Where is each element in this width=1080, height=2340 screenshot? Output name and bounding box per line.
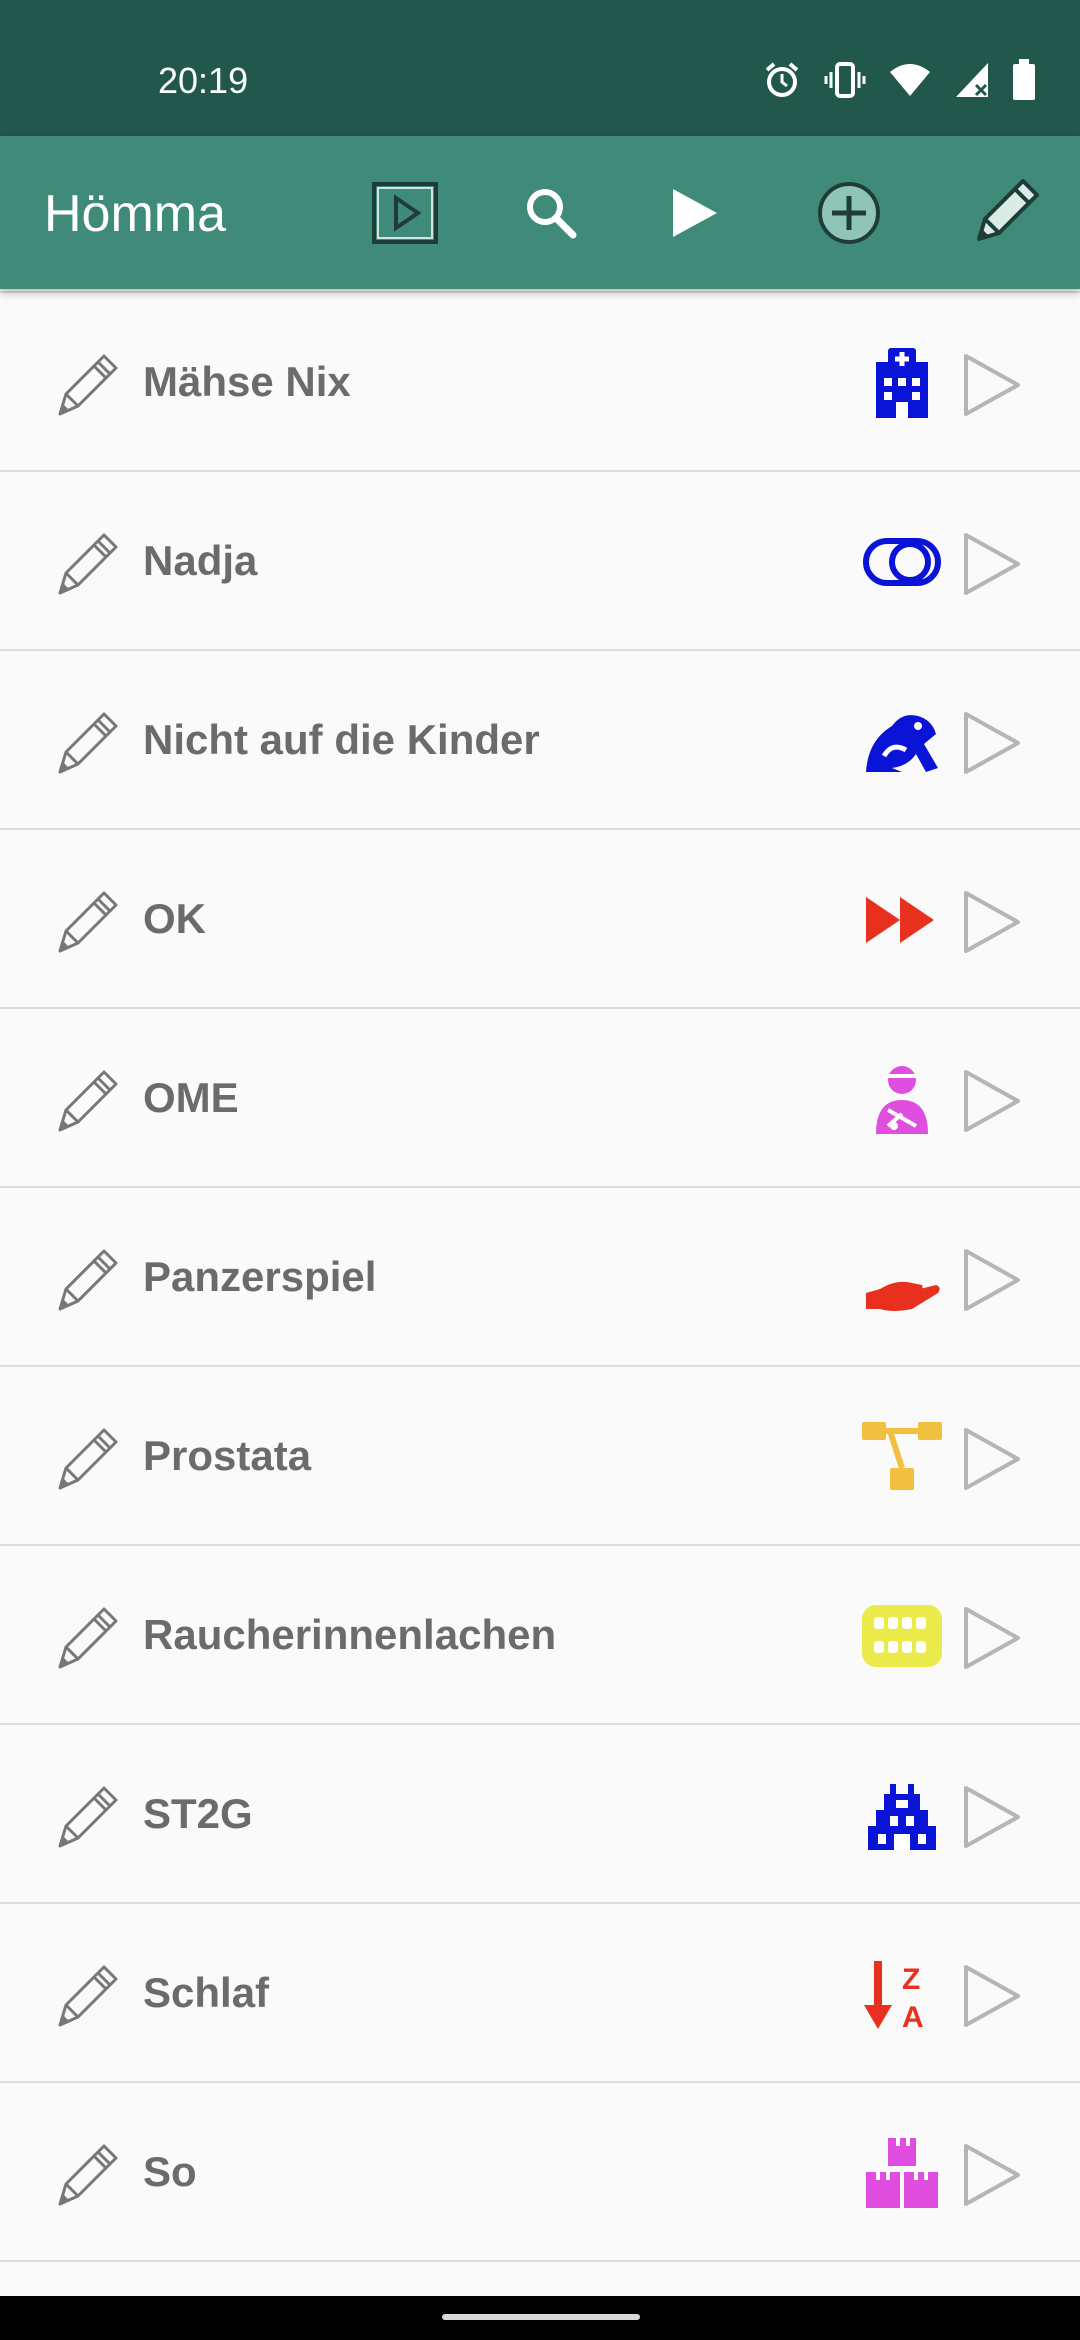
- play-item-icon[interactable]: [962, 1784, 1022, 1850]
- list-item[interactable]: OK: [0, 831, 1080, 1009]
- svg-text:A: A: [902, 2001, 924, 2029]
- play-item-icon[interactable]: [962, 710, 1022, 776]
- play-item-icon[interactable]: [962, 889, 1022, 955]
- edit-icon[interactable]: [48, 2134, 128, 2214]
- teeth-icon: [862, 1601, 942, 1671]
- hospital-icon: [862, 348, 942, 418]
- list-item-label: Schlaf: [143, 1969, 270, 2016]
- status-time: 20:19: [158, 60, 249, 101]
- hand-icon: [862, 1243, 942, 1313]
- toggle-rings-icon: [862, 527, 942, 597]
- app-title: Hömma: [44, 185, 227, 243]
- sitemap-icon: [862, 1422, 942, 1492]
- play-item-icon[interactable]: [962, 1426, 1022, 1492]
- frog-icon: [862, 706, 942, 776]
- edit-icon[interactable]: [48, 1418, 128, 1498]
- edit-icon[interactable]: [48, 1060, 128, 1140]
- alarm-icon: [765, 62, 799, 97]
- list-item[interactable]: Raucherinnenlachen: [0, 1547, 1080, 1725]
- list-item[interactable]: Nadja: [0, 473, 1080, 651]
- battery-icon: [1013, 59, 1035, 100]
- play-item-icon[interactable]: [962, 1963, 1022, 2029]
- play-item-icon[interactable]: [962, 531, 1022, 597]
- edit-icon[interactable]: [48, 881, 128, 961]
- search-icon: [527, 189, 577, 239]
- list-item[interactable]: Panzerspiel: [0, 1189, 1080, 1367]
- list-item-label: Prostata: [143, 1432, 312, 1479]
- play-item-icon[interactable]: [962, 1247, 1022, 1313]
- list-item-label: Raucherinnenlachen: [143, 1611, 557, 1658]
- svg-text:Z: Z: [902, 1963, 920, 1996]
- play-item-icon[interactable]: [962, 1068, 1022, 1134]
- edit-icon: [977, 179, 1039, 241]
- wifi-icon: [890, 64, 930, 96]
- play-item-icon[interactable]: [962, 1605, 1022, 1671]
- list-item-label: Nicht auf die Kinder: [143, 716, 540, 763]
- signal-icon: [956, 63, 988, 97]
- list-item[interactable]: Schlaf Z A: [0, 1905, 1080, 2083]
- list-item-label: Panzerspiel: [143, 1253, 377, 1300]
- navigation-bar: [0, 2296, 1080, 2340]
- gopuram-icon: [862, 1780, 942, 1850]
- list-item[interactable]: So: [0, 2084, 1080, 2262]
- list-item-label: OME: [143, 1074, 239, 1121]
- edit-icon[interactable]: [48, 1597, 128, 1677]
- play-icon: [673, 189, 717, 237]
- list-item[interactable]: Mähse Nix: [0, 294, 1080, 472]
- edit-icon[interactable]: [48, 702, 128, 782]
- video-play-icon: [372, 182, 438, 244]
- edit-icon[interactable]: [48, 1776, 128, 1856]
- list-item-label: OK: [143, 895, 206, 942]
- list-item[interactable]: Prostata: [0, 1368, 1080, 1546]
- play-item-icon[interactable]: [962, 352, 1022, 418]
- edit-icon[interactable]: [48, 1955, 128, 2035]
- list-item-label: Mähse Nix: [143, 358, 351, 405]
- list-item[interactable]: ST2G: [0, 1726, 1080, 1904]
- fast-forward-icon: [862, 885, 942, 955]
- sort-z-a-icon: ZA: [862, 1959, 942, 2034]
- add-button[interactable]: [804, 168, 894, 258]
- edit-icon[interactable]: [48, 344, 128, 424]
- edit-icon[interactable]: [48, 1239, 128, 1319]
- list-item[interactable]: OME: [0, 1010, 1080, 1188]
- app-bar: Hömma: [0, 136, 1080, 289]
- cubes-icon: [862, 2138, 942, 2208]
- edit-icon[interactable]: [48, 523, 128, 603]
- playlist-button[interactable]: [360, 168, 450, 258]
- status-icons: [762, 58, 1036, 102]
- injured-person-icon: [862, 1064, 942, 1134]
- list-item-label: ST2G: [143, 1790, 253, 1837]
- play-item-icon[interactable]: [962, 2142, 1022, 2208]
- list-item-label: So: [143, 2148, 197, 2195]
- vibrate-icon: [824, 62, 866, 98]
- search-button[interactable]: [506, 168, 596, 258]
- edit-button[interactable]: [960, 168, 1050, 258]
- add-circle-icon: [818, 182, 880, 244]
- home-handle[interactable]: [442, 2314, 640, 2320]
- list-item[interactable]: Nicht auf die Kinder: [0, 652, 1080, 830]
- play-button[interactable]: [648, 168, 738, 258]
- list-item-label: Nadja: [143, 537, 258, 584]
